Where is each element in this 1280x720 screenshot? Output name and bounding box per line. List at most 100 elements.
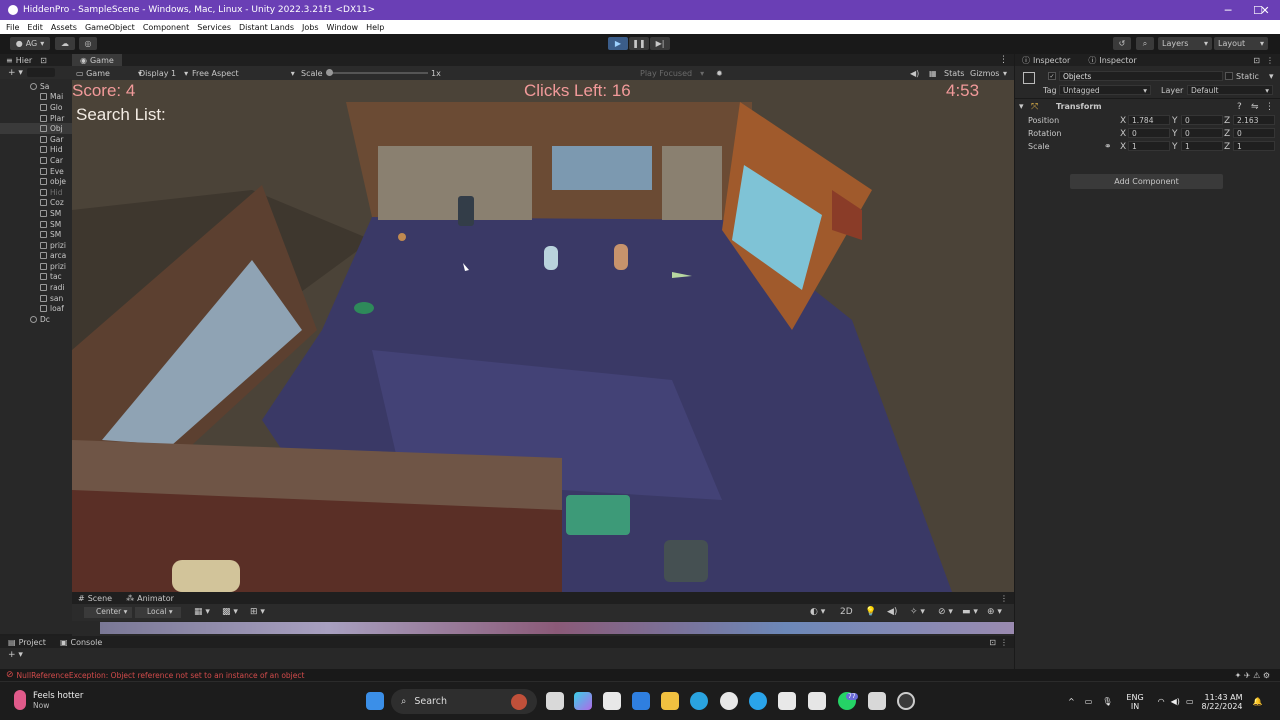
battery-icon[interactable]: ▭ — [1186, 697, 1194, 706]
grid-icon[interactable]: ▦ — [929, 69, 937, 78]
increment-icon[interactable]: ⊞ ▾ — [250, 607, 265, 617]
character-object-2[interactable] — [614, 244, 628, 270]
menu-window[interactable]: Window — [327, 23, 359, 32]
cloud-icon[interactable]: ☁ — [55, 37, 75, 50]
hierarchy-item[interactable]: Sa — [0, 81, 72, 92]
link-icon[interactable]: ⚭ — [1104, 142, 1112, 152]
notification-icon[interactable]: 🔔 — [1253, 697, 1263, 706]
volume-icon[interactable]: ◀) — [1171, 697, 1180, 706]
task-view-icon[interactable] — [546, 692, 564, 710]
position-y-field[interactable]: 0 — [1181, 115, 1223, 125]
audio-icon[interactable]: ◀) — [910, 69, 919, 78]
scale-slider[interactable] — [326, 69, 428, 76]
settings-gear-icon[interactable]: ✹ — [716, 69, 723, 78]
scene-preview[interactable] — [100, 622, 1014, 634]
hierarchy-item[interactable]: Car — [0, 155, 72, 166]
game-tab[interactable]: ◉ Game — [72, 54, 122, 66]
hierarchy-item[interactable]: obje — [0, 176, 72, 187]
menu-distant-lands[interactable]: Distant Lands — [239, 23, 294, 32]
error-message[interactable]: NullReferenceException: Object reference… — [17, 671, 305, 680]
clock[interactable]: 11:43 AM 8/22/2024 — [1202, 693, 1243, 711]
project-tab[interactable]: Project — [19, 638, 46, 647]
stats-button[interactable]: Stats — [944, 69, 964, 78]
hierarchy-item[interactable]: Coz — [0, 198, 72, 209]
edge-icon[interactable] — [749, 692, 767, 710]
menu-jobs[interactable]: Jobs — [302, 23, 319, 32]
language-indicator[interactable]: ENG IN — [1126, 693, 1143, 711]
unity-hub-icon[interactable] — [808, 692, 826, 710]
windows-start-icon[interactable] — [366, 692, 384, 710]
help-icon[interactable]: ? — [1237, 102, 1242, 112]
more-options-icon[interactable]: ⋮ — [1000, 594, 1008, 603]
chevron-down-icon[interactable]: ▾ — [1269, 72, 1274, 82]
notepad-icon[interactable] — [778, 692, 796, 710]
hierarchy-item[interactable]: Hid — [0, 187, 72, 198]
scene-tab[interactable]: Scene — [88, 594, 112, 603]
play-button[interactable]: ▶ — [608, 37, 628, 50]
pivot-dropdown[interactable]: Center ▾ — [84, 607, 132, 618]
menu-file[interactable]: File — [6, 23, 19, 32]
hierarchy-item[interactable]: Mai — [0, 92, 72, 103]
hierarchy-item[interactable]: tac — [0, 272, 72, 283]
hierarchy-item[interactable]: Dc — [0, 314, 72, 325]
animator-tab[interactable]: Animator — [137, 594, 174, 603]
rotation-x-field[interactable]: 0 — [1128, 128, 1170, 138]
gizmos-button[interactable]: Gizmos — [970, 69, 999, 78]
aspect-dropdown[interactable]: Free Aspect ▾ — [192, 69, 295, 78]
game-mode-dropdown[interactable]: ▭ Game ▾ — [76, 69, 142, 78]
console-tab[interactable]: Console — [71, 638, 103, 647]
scale-z-field[interactable]: 1 — [1233, 141, 1275, 151]
search-icon[interactable]: ⌕ — [1136, 37, 1154, 50]
history-icon[interactable]: ↺ — [1113, 37, 1131, 50]
space-dropdown[interactable]: Local ▾ — [135, 607, 181, 618]
rotation-y-field[interactable]: 0 — [1181, 128, 1223, 138]
add-component-button[interactable]: Add Component — [1070, 174, 1223, 189]
menu-gameobject[interactable]: GameObject — [85, 23, 135, 32]
hierarchy-item[interactable]: prizi — [0, 261, 72, 272]
position-z-field[interactable]: 2.163 — [1233, 115, 1275, 125]
slider-handle[interactable] — [326, 69, 333, 76]
hierarchy-item[interactable]: Plar — [0, 113, 72, 124]
layout-dropdown[interactable]: Layout ▾ — [1214, 37, 1268, 50]
shading-icon[interactable]: ◐ ▾ — [810, 607, 825, 617]
light-icon[interactable]: 💡 — [865, 607, 876, 617]
hierarchy-item[interactable]: SM — [0, 229, 72, 240]
file-explorer-icon[interactable] — [661, 692, 679, 710]
add-icon[interactable]: + ▾ — [8, 68, 23, 78]
minimize-button[interactable]: ─ — [1213, 0, 1243, 20]
menu-services[interactable]: Services — [197, 23, 231, 32]
bread-object[interactable] — [172, 560, 240, 592]
camera-icon[interactable]: ▬ ▾ — [962, 607, 978, 617]
lock-icon[interactable]: ⊡ — [1253, 56, 1260, 65]
game-viewport[interactable]: Score: 4 Clicks Left: 16 4:53 Search Lis… — [72, 80, 1014, 592]
active-checkbox[interactable]: ✓ — [1048, 72, 1056, 80]
more-options-icon[interactable]: ⋮ — [1000, 638, 1008, 647]
inspector-tab-1[interactable]: Inspector — [1033, 56, 1070, 65]
scale-y-field[interactable]: 1 — [1181, 141, 1223, 151]
more-options-icon[interactable]: ⋮ — [1266, 56, 1274, 65]
telegram-icon[interactable] — [690, 692, 708, 710]
collab-icon[interactable]: ◎ — [79, 37, 97, 50]
position-x-field[interactable]: 1.784 — [1128, 115, 1170, 125]
audio-icon[interactable]: ◀) — [887, 607, 897, 617]
search-field[interactable] — [26, 68, 55, 77]
slack-icon[interactable] — [720, 692, 738, 710]
menu-help[interactable]: Help — [366, 23, 384, 32]
pause-button[interactable]: ❚❚ — [629, 37, 649, 50]
display-dropdown[interactable]: Display 1 ▾ — [139, 69, 188, 78]
menu-edit[interactable]: Edit — [27, 23, 43, 32]
rotation-z-field[interactable]: 0 — [1233, 128, 1275, 138]
dark-rock-object[interactable] — [664, 540, 708, 582]
hierarchy-item[interactable]: Obj — [0, 123, 72, 134]
step-button[interactable]: ▶| — [650, 37, 670, 50]
scale-x-field[interactable]: 1 — [1128, 141, 1170, 151]
preset-icon[interactable]: ⇋ — [1251, 102, 1259, 112]
hidden-icon[interactable]: ⊘ ▾ — [938, 607, 953, 617]
store-icon[interactable] — [603, 692, 621, 710]
unity-editor-icon[interactable] — [868, 692, 886, 710]
layer-dropdown[interactable]: Default ▾ — [1187, 85, 1273, 95]
effects-icon[interactable]: ✧ ▾ — [910, 607, 925, 617]
hierarchy-item[interactable]: prizi — [0, 240, 72, 251]
more-options-icon[interactable]: ⋮ — [1265, 102, 1274, 112]
meet-icon[interactable]: ▭ — [1085, 697, 1093, 706]
